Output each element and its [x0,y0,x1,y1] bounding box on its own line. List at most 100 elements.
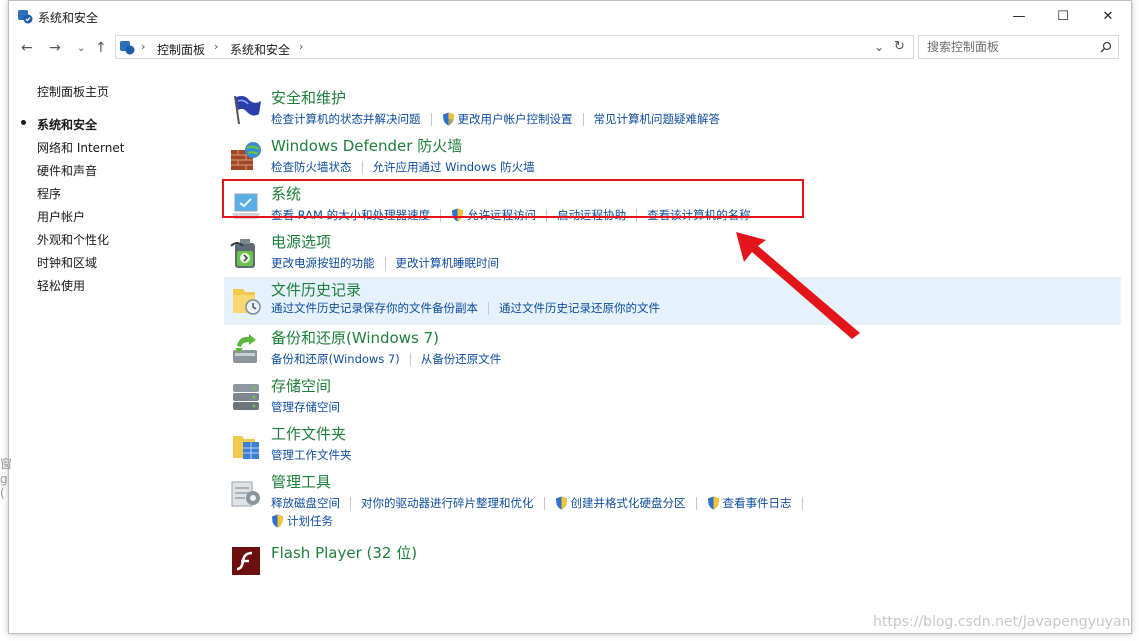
nav-system-security[interactable]: 系统和安全 [37,116,97,133]
category-title[interactable]: 管理工具 [271,471,331,492]
link-free-disk-space[interactable]: 释放磁盘空间 [271,495,340,511]
category-title[interactable]: 存储空间 [271,375,331,396]
category-storage-spaces: 存储空间 管理存储空间 [224,374,1121,422]
watermark: https://blog.csdn.net/Javapengyuyan [873,614,1131,630]
annotation-highlight-box [222,179,804,218]
category-flash-player: Flash Player (32 位) [224,538,1121,586]
breadcrumb-separator-icon: › [141,40,146,53]
nav-programs[interactable]: 程序 [37,185,61,202]
maximize-icon: ☐ [1057,8,1069,24]
category-title[interactable]: 文件历史记录 [271,279,361,300]
link-separator [350,496,351,510]
title-bar: 系统和安全 — ☐ ✕ [9,1,1131,31]
category-links: 检查防火墙状态 允许应用通过 Windows 防火墙 [271,159,535,175]
breadcrumb-system-security[interactable]: 系统和安全 [230,41,290,58]
link-separator [543,496,545,510]
storage-spaces-icon [233,384,259,410]
nav-ease-of-access[interactable]: 轻松使用 [37,277,85,294]
uac-shield-icon [707,496,719,510]
close-button[interactable]: ✕ [1085,1,1131,31]
category-title[interactable]: Flash Player (32 位) [271,542,417,563]
category-links: 检查计算机的状态并解决问题 更改用户帐户控制设置 常见计算机问题疑难解答 [271,111,720,127]
link-separator [409,352,411,366]
link-power-button[interactable]: 更改电源按钮的功能 [271,255,375,271]
category-title[interactable]: 工作文件夹 [271,423,346,444]
link-allow-app-firewall[interactable]: 允许应用通过 Windows 防火墙 [373,159,535,175]
link-uac-settings[interactable]: 更改用户帐户控制设置 [458,111,573,127]
link-separator [488,301,489,315]
category-title[interactable]: 安全和维护 [271,87,346,108]
category-links: 通过文件历史记录保存你的文件备份副本 通过文件历史记录还原你的文件 [271,300,660,316]
category-firewall: Windows Defender 防火墙 检查防火墙状态 允许应用通过 Wind… [224,134,1121,182]
flag-icon [234,95,261,125]
breadcrumb-control-panel[interactable]: 控制面板 [157,41,205,58]
category-power-options: 电源选项 更改电源按钮的功能 更改计算机睡眠时间 [224,230,1121,278]
category-file-history: 文件历史记录 通过文件历史记录保存你的文件备份副本 通过文件历史记录还原你的文件 [224,277,1121,325]
close-icon: ✕ [1102,8,1114,24]
search-box[interactable] [918,35,1119,59]
link-separator [801,496,803,510]
category-links: 管理存储空间 [271,399,340,415]
flash-player-icon [232,547,260,575]
link-backup-restore-win7[interactable]: 备份和还原(Windows 7) [271,351,400,367]
link-separator [430,112,432,126]
link-disk-partitions[interactable]: 创建并格式化硬盘分区 [571,495,686,511]
link-backup-files-history[interactable]: 通过文件历史记录保存你的文件备份副本 [271,300,478,316]
address-bar[interactable]: › 控制面板 › 系统和安全 › ⌄ ↻ [115,35,914,59]
firewall-icon [231,142,261,170]
category-backup-restore: 备份和还原(Windows 7) 备份和还原(Windows 7) 从备份还原文… [224,326,1121,374]
refresh-icon[interactable]: ↻ [894,39,905,54]
background-window-edge: 窗 g( [0,457,13,500]
link-scheduled-tasks[interactable]: 计划任务 [287,513,333,529]
link-separator [384,256,386,270]
breadcrumb-separator-icon[interactable]: › [299,40,303,53]
uac-shield-icon [555,496,567,510]
category-links: 释放磁盘空间 对你的驱动器进行碎片整理和优化 创建并格式化硬盘分区 查看事件日志 [271,495,813,511]
nav-network-internet[interactable]: 网络和 Internet [37,139,124,156]
category-title[interactable]: 备份和还原(Windows 7) [271,327,439,348]
control-panel-icon [18,10,33,24]
link-troubleshoot[interactable]: 常见计算机问题疑难解答 [594,111,721,127]
nav-hardware-sound[interactable]: 硬件和声音 [37,162,97,179]
link-manage-work-folders[interactable]: 管理工作文件夹 [271,447,352,463]
uac-shield-icon [442,112,454,126]
up-arrow-icon[interactable]: ↑ [95,40,107,56]
address-dropdown-icon[interactable]: ⌄ [874,40,884,54]
link-check-status[interactable]: 检查计算机的状态并解决问题 [271,111,421,127]
address-row: ← → ⌄ ↑ › 控制面板 › 系统和安全 › ⌄ ↻ [9,35,1131,61]
recent-pages-chevron-icon[interactable]: ⌄ [77,43,85,54]
minimize-icon: — [1012,8,1026,24]
link-firewall-status[interactable]: 检查防火墙状态 [271,159,352,175]
breadcrumb-separator-icon[interactable]: › [214,40,218,53]
window-title: 系统和安全 [38,11,99,25]
power-battery-icon [230,239,255,268]
category-security-maintenance: 安全和维护 检查计算机的状态并解决问题 更改用户帐户控制设置 常见计算机问题疑难… [224,86,1121,134]
control-panel-window: 系统和安全 — ☐ ✕ ← → ⌄ ↑ › 控制面板 › 系统和安全 › ⌄ ↻ [8,0,1132,634]
maximize-button[interactable]: ☐ [1040,1,1086,31]
category-title[interactable]: 电源选项 [271,231,331,252]
link-manage-storage[interactable]: 管理存储空间 [271,399,340,415]
category-title[interactable]: Windows Defender 防火墙 [271,135,462,156]
active-bullet-icon [21,120,26,125]
search-input[interactable] [927,40,1087,54]
backup-restore-icon [233,334,257,363]
link-restore-files-history[interactable]: 通过文件历史记录还原你的文件 [499,300,660,316]
link-restore-from-backup[interactable]: 从备份还原文件 [421,351,502,367]
nav-user-accounts[interactable]: 用户帐户 [37,208,85,225]
search-icon[interactable] [1100,41,1112,53]
nav-control-panel-home[interactable]: 控制面板主页 [37,83,109,100]
link-event-log[interactable]: 查看事件日志 [723,495,792,511]
minimize-button[interactable]: — [996,1,1042,31]
nav-clock-region[interactable]: 时钟和区域 [37,254,97,271]
category-admin-tools: 管理工具 释放磁盘空间 对你的驱动器进行碎片整理和优化 创建并格式化硬盘分区 查… [224,470,1121,530]
category-links: 备份和还原(Windows 7) 从备份还原文件 [271,351,501,367]
link-sleep-time[interactable]: 更改计算机睡眠时间 [396,255,500,271]
link-separator [361,160,363,174]
nav-appearance[interactable]: 外观和个性化 [37,231,109,248]
category-work-folders: 工作文件夹 管理工作文件夹 [224,422,1121,470]
link-defragment[interactable]: 对你的驱动器进行碎片整理和优化 [361,495,534,511]
forward-arrow-icon[interactable]: → [49,40,61,56]
link-separator [582,112,584,126]
back-arrow-icon[interactable]: ← [21,40,33,56]
admin-tools-icon [231,481,260,507]
